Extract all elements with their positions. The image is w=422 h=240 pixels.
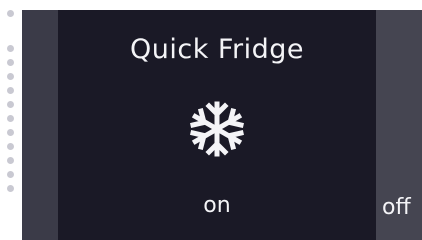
page-dot-active[interactable]: [4, 25, 16, 37]
page-dot[interactable]: [6, 101, 14, 108]
page-dot[interactable]: [6, 185, 14, 192]
snowflake-icon: [190, 101, 244, 157]
page-dot[interactable]: [6, 157, 14, 164]
page-dot[interactable]: [6, 59, 14, 66]
page-dot[interactable]: [6, 10, 14, 17]
page-dot[interactable]: [6, 87, 14, 94]
page-dot[interactable]: [6, 73, 14, 80]
next-card[interactable]: off: [376, 10, 422, 240]
left-rail: [22, 10, 58, 240]
next-card-status: off: [382, 195, 411, 220]
card-status: on: [203, 193, 231, 218]
page-dot[interactable]: [6, 129, 14, 136]
quick-fridge-card[interactable]: Quick Fridge on: [58, 10, 376, 240]
page-dot[interactable]: [6, 115, 14, 122]
page-dot[interactable]: [6, 171, 14, 178]
page-dot[interactable]: [6, 45, 14, 52]
page-dot[interactable]: [6, 143, 14, 150]
page-indicator[interactable]: [0, 10, 20, 192]
card-title: Quick Fridge: [130, 34, 304, 65]
